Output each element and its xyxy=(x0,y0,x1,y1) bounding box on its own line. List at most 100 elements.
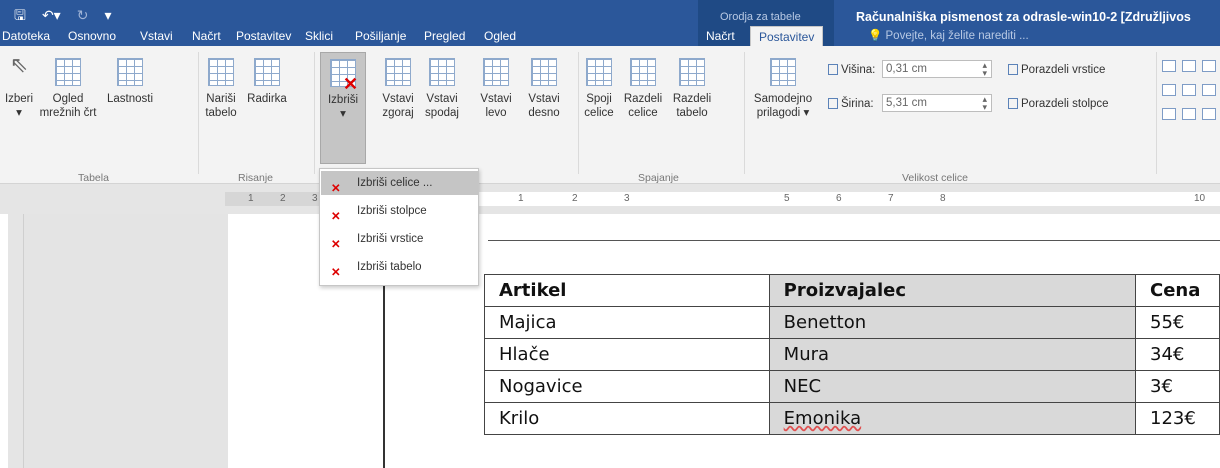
ruler-tick: 2 xyxy=(572,193,578,204)
ruler-tick: 3 xyxy=(312,193,318,204)
insert-above-button[interactable]: Vstavi zgoraj xyxy=(378,52,418,120)
group-label-spajanje: Spajanje xyxy=(638,172,679,184)
tab-datoteka[interactable]: Datoteka xyxy=(2,26,50,46)
table-row: Nogavice NEC 3€ xyxy=(484,370,1220,403)
align-middle-center-icon[interactable] xyxy=(1182,84,1196,96)
table-cell[interactable]: Benetton xyxy=(768,306,1137,339)
table-cell[interactable]: Emonika xyxy=(768,402,1137,435)
align-bottom-left-icon[interactable] xyxy=(1162,108,1176,120)
ruler-text-area xyxy=(470,192,1220,206)
split-cells-button[interactable]: Razdeli celice xyxy=(620,52,666,120)
tab-ogled[interactable]: Ogled xyxy=(484,26,516,46)
tab-table-nacrt[interactable]: Načrt xyxy=(706,26,735,46)
insert-below-button[interactable]: Vstavi spodaj xyxy=(422,52,462,120)
customize-qat-icon[interactable]: ▾ xyxy=(104,6,111,24)
context-header-label: Orodja za tabele xyxy=(720,11,801,23)
undo-icon[interactable]: ↶▾ xyxy=(42,6,61,24)
document-title: Računalniška pismenost za odrasle-win10-… xyxy=(856,10,1191,24)
split-cells-icon xyxy=(630,58,656,86)
align-top-right-icon[interactable] xyxy=(1202,60,1216,72)
table-cell[interactable]: Mura xyxy=(768,338,1137,371)
table-cell[interactable]: 55€ xyxy=(1135,306,1220,339)
header-cell[interactable]: Artikel xyxy=(484,274,770,307)
tab-postavitev[interactable]: Postavitev xyxy=(236,26,291,46)
autofit-button[interactable]: Samodejno prilagodi ▾ xyxy=(746,52,820,120)
horizontal-line xyxy=(488,240,1220,241)
group-label-tabela: Tabela xyxy=(78,172,109,184)
split-table-button[interactable]: Razdeli tabelo xyxy=(670,52,714,120)
draw-table-button[interactable]: Nariši tabelo xyxy=(200,52,242,120)
header-cell[interactable]: Proizvajalec xyxy=(768,274,1137,307)
red-x-icon: ✕ xyxy=(343,74,359,94)
table-cell[interactable]: Majica xyxy=(484,306,770,339)
view-gridlines-label: Ogled mrežnih črt xyxy=(39,93,97,119)
group-separator xyxy=(198,52,199,174)
menu-item-label: Izbriši tabelo xyxy=(357,261,422,273)
tab-sklici[interactable]: Sklici xyxy=(305,26,333,46)
delete-label: Izbriši xyxy=(327,94,359,106)
align-top-left-icon[interactable] xyxy=(1162,60,1176,72)
align-middle-left-icon[interactable] xyxy=(1162,84,1176,96)
insert-right-button[interactable]: Vstavi desno xyxy=(524,52,564,120)
insert-below-icon xyxy=(429,58,455,86)
header-cell[interactable]: Cena xyxy=(1135,274,1220,307)
menu-item-delete-table[interactable]: ✕ Izbriši tabelo xyxy=(321,255,478,279)
eraser-button[interactable]: Radirka xyxy=(244,52,290,106)
group-separator xyxy=(314,52,315,174)
insert-left-button[interactable]: Vstavi levo xyxy=(478,52,514,120)
width-icon xyxy=(828,98,838,109)
table-cell[interactable]: 3€ xyxy=(1135,370,1220,403)
properties-label: Lastnosti xyxy=(106,93,154,105)
distribute-columns-button[interactable]: Porazdeli stolpce xyxy=(1008,98,1109,110)
table-row: Majica Benetton 55€ xyxy=(484,306,1220,339)
ruler-tick: 8 xyxy=(940,193,946,204)
table-cell[interactable]: Hlače xyxy=(484,338,770,371)
align-bottom-center-icon[interactable] xyxy=(1182,108,1196,120)
tab-vstavi[interactable]: Vstavi xyxy=(140,26,173,46)
data-table[interactable]: Artikel Proizvajalec Cena Majica Benetto… xyxy=(484,274,1220,435)
select-button[interactable]: ⇖ Izberi ▾ xyxy=(2,52,36,120)
align-top-center-icon[interactable] xyxy=(1182,60,1196,72)
align-bottom-right-icon[interactable] xyxy=(1202,108,1216,120)
tell-me-text: Povejte, kaj želite narediti ... xyxy=(885,30,1029,42)
width-input[interactable]: 5,31 cm ▴ ▾ xyxy=(882,94,992,112)
view-gridlines-button[interactable]: Ogled mrežnih črt xyxy=(38,52,98,120)
cursor-icon: ⇖ xyxy=(9,52,29,77)
tab-osnovno[interactable]: Osnovno xyxy=(68,26,116,46)
tab-table-postavitev[interactable]: Postavitev xyxy=(750,26,824,47)
lightbulb-icon: 💡 xyxy=(868,30,886,42)
tab-nacrt[interactable]: Načrt xyxy=(192,26,221,46)
redo-icon[interactable]: ↻ xyxy=(77,6,89,24)
vertical-ruler[interactable] xyxy=(8,214,24,468)
delete-button[interactable]: ✕ Izbriši ▾ xyxy=(320,52,366,164)
table-row: Hlače Mura 34€ xyxy=(484,338,1220,371)
table-cell[interactable]: NEC xyxy=(768,370,1137,403)
table-cell[interactable]: 34€ xyxy=(1135,338,1220,371)
save-icon[interactable]: 🖫 xyxy=(14,6,26,24)
group-label-risanje: Risanje xyxy=(238,172,274,184)
insert-left-icon xyxy=(483,58,509,86)
ribbon-tabs: Datoteka Osnovno Vstavi Načrt Postavitev… xyxy=(0,26,1220,47)
spinner-icon[interactable]: ▴ ▾ xyxy=(982,61,987,78)
delete-rows-icon: ✕ xyxy=(331,239,341,251)
menu-item-delete-rows[interactable]: ✕ Izbriši vrstice xyxy=(321,227,478,251)
spinner-icon[interactable]: ▴ ▾ xyxy=(982,95,987,112)
height-icon xyxy=(828,64,838,75)
tab-pregled[interactable]: Pregled xyxy=(424,26,465,46)
insert-right-label: Vstavi desno xyxy=(528,93,560,119)
height-input[interactable]: 0,31 cm ▴ ▾ xyxy=(882,60,992,78)
table-cell[interactable]: Nogavice xyxy=(484,370,770,403)
properties-button[interactable]: Lastnosti xyxy=(100,52,160,106)
menu-item-delete-cells[interactable]: ✕ Izbriši celice ... xyxy=(321,171,478,195)
tab-posiljanje[interactable]: Pošiljanje xyxy=(355,26,406,46)
dropdown-arrow-icon: ▾ xyxy=(340,108,346,120)
tell-me-box[interactable]: 💡 Povejte, kaj želite narediti ... xyxy=(868,26,1029,46)
table-cell[interactable]: 123€ xyxy=(1135,402,1220,435)
align-middle-right-icon[interactable] xyxy=(1202,84,1216,96)
merge-cells-button[interactable]: Spoji celice xyxy=(582,52,616,120)
split-cells-label: Razdeli celice xyxy=(623,93,663,119)
distribute-rows-button[interactable]: Porazdeli vrstice xyxy=(1008,64,1105,76)
table-cell[interactable]: Krilo xyxy=(484,402,770,435)
insert-above-icon xyxy=(385,58,411,86)
menu-item-delete-columns[interactable]: ✕ Izbriši stolpce xyxy=(321,199,478,223)
